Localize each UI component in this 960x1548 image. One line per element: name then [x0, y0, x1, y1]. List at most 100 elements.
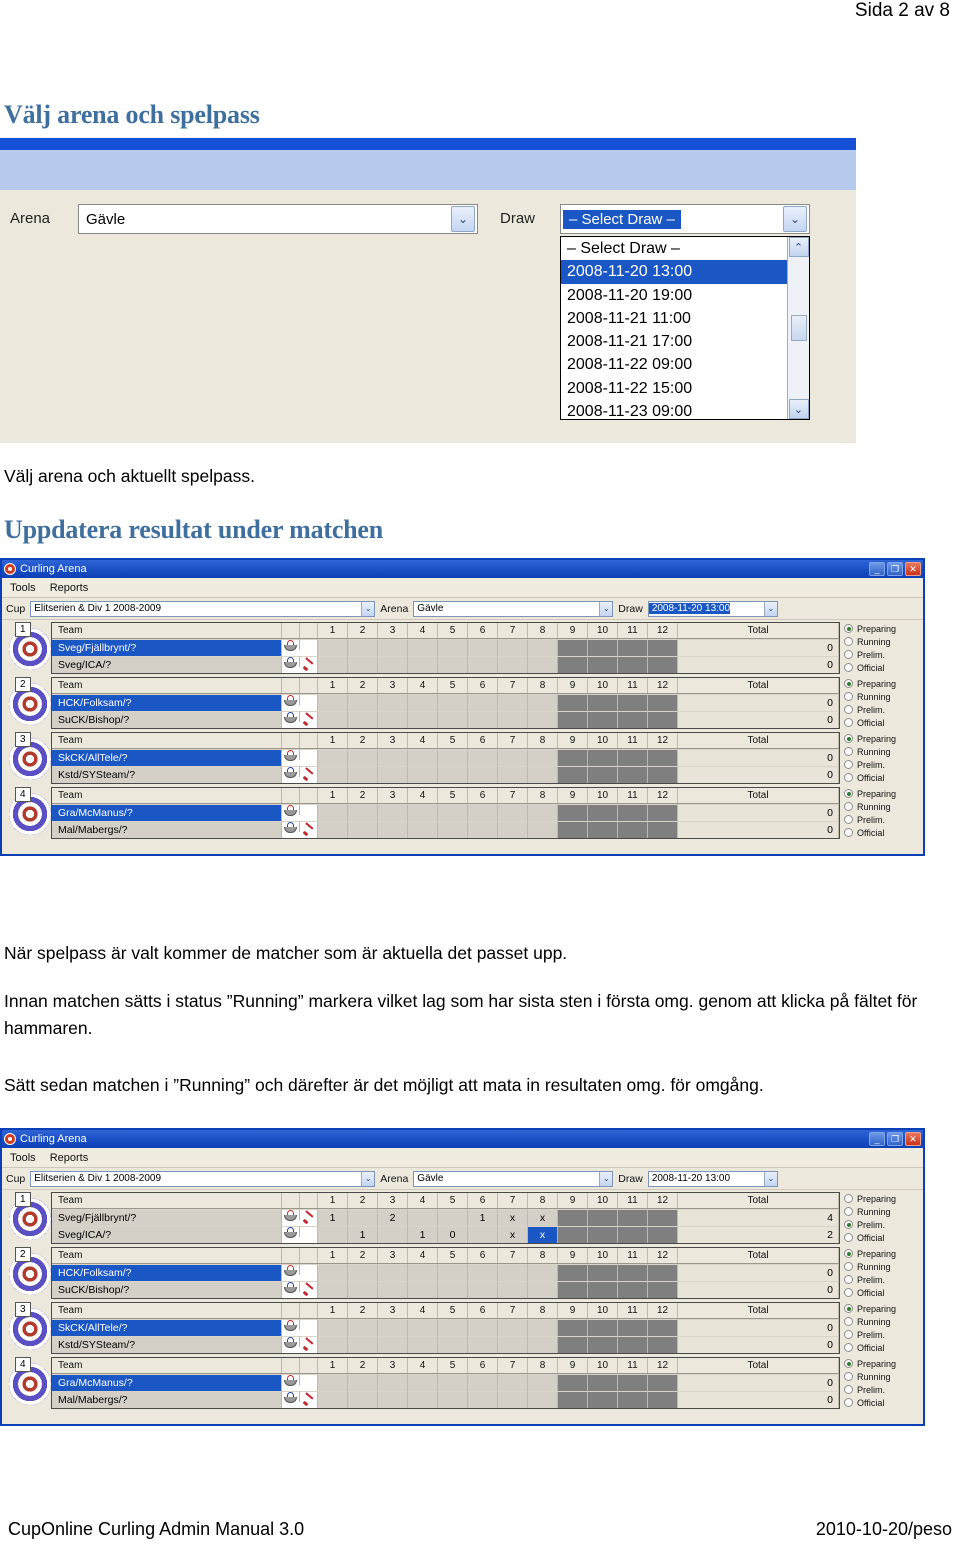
end-score-cell[interactable] [438, 1209, 468, 1226]
end-score-cell[interactable] [318, 1264, 348, 1281]
end-score-cell[interactable] [408, 1209, 438, 1226]
end-score-cell[interactable] [618, 804, 648, 821]
end-score-cell[interactable] [468, 1264, 498, 1281]
end-score-cell[interactable] [348, 694, 378, 711]
end-score-cell[interactable] [648, 694, 678, 711]
menu-item-tools[interactable]: Tools [10, 1152, 36, 1164]
end-score-cell[interactable] [438, 766, 468, 783]
end-score-cell[interactable] [318, 766, 348, 783]
end-score-cell[interactable] [558, 1264, 588, 1281]
end-score-cell[interactable] [468, 639, 498, 656]
stone-color-cell[interactable] [282, 766, 300, 778]
chevron-down-icon[interactable]: ⌄ [599, 601, 613, 616]
hammer-cell[interactable] [300, 711, 318, 728]
stone-color-cell[interactable] [282, 656, 300, 668]
end-score-cell[interactable]: x [498, 1226, 528, 1243]
status-radio-running[interactable]: Running [844, 690, 920, 703]
menu-item-reports[interactable]: Reports [50, 1152, 89, 1164]
end-score-cell[interactable] [648, 766, 678, 783]
end-score-cell[interactable] [318, 639, 348, 656]
end-score-cell[interactable] [378, 766, 408, 783]
end-score-cell[interactable] [528, 656, 558, 673]
end-score-cell[interactable] [468, 821, 498, 838]
hammer-cell[interactable] [300, 804, 318, 821]
end-score-cell[interactable] [618, 766, 648, 783]
arena-select[interactable]: Gävle ⌄ [413, 600, 614, 617]
status-radio-official[interactable]: Official [844, 1286, 920, 1299]
end-score-cell[interactable] [438, 711, 468, 728]
chevron-down-icon[interactable]: ⌄ [763, 1171, 777, 1186]
draw-dropdown-list[interactable]: – Select Draw – 2008-11-20 13:00 2008-11… [560, 236, 810, 420]
arena-select[interactable]: Gävle ⌄ [413, 1170, 614, 1187]
status-radio-running[interactable]: Running [844, 1370, 920, 1383]
status-radio-running[interactable]: Running [844, 745, 920, 758]
stone-color-cell[interactable] [282, 1336, 300, 1348]
end-score-cell[interactable] [498, 1391, 528, 1408]
team-name-cell[interactable]: HCK/Folksam/? [52, 694, 282, 711]
end-score-cell[interactable] [438, 694, 468, 711]
end-score-cell[interactable] [468, 766, 498, 783]
end-score-cell[interactable] [588, 1374, 618, 1391]
team-name-cell[interactable]: Mal/Mabergs/? [52, 1391, 282, 1408]
end-score-cell[interactable] [558, 1391, 588, 1408]
status-radio-running[interactable]: Running [844, 1315, 920, 1328]
stone-color-cell[interactable] [282, 1319, 300, 1331]
end-score-cell[interactable] [468, 1374, 498, 1391]
end-score-cell[interactable] [558, 804, 588, 821]
stone-color-cell[interactable] [282, 639, 300, 651]
stone-color-cell[interactable] [282, 694, 300, 706]
team-name-cell[interactable]: Gra/McManus/? [52, 804, 282, 821]
status-radio-official[interactable]: Official [844, 771, 920, 784]
menu-item-tools[interactable]: Tools [10, 582, 36, 594]
end-score-cell[interactable] [348, 821, 378, 838]
end-score-cell[interactable] [528, 694, 558, 711]
hammer-cell[interactable] [300, 1226, 318, 1243]
end-score-cell[interactable] [618, 749, 648, 766]
end-score-cell[interactable] [468, 1391, 498, 1408]
draw-select[interactable]: 2008-11-20 13:00 ⌄ [647, 1170, 778, 1187]
end-score-cell[interactable] [588, 694, 618, 711]
end-score-cell[interactable] [618, 1336, 648, 1353]
end-score-cell[interactable] [558, 1281, 588, 1298]
end-score-cell[interactable] [348, 711, 378, 728]
status-radio-official[interactable]: Official [844, 661, 920, 674]
end-score-cell[interactable] [648, 1226, 678, 1243]
team-name-cell[interactable]: Sveg/Fjällbrynt/? [52, 639, 282, 656]
end-score-cell[interactable] [438, 639, 468, 656]
end-score-cell[interactable] [498, 656, 528, 673]
end-score-cell[interactable] [468, 656, 498, 673]
end-score-cell[interactable] [408, 639, 438, 656]
end-score-cell[interactable] [378, 1391, 408, 1408]
end-score-cell[interactable] [468, 694, 498, 711]
status-radio-running[interactable]: Running [844, 1205, 920, 1218]
end-score-cell[interactable] [408, 804, 438, 821]
status-radio-preparing[interactable]: Preparing [844, 1247, 920, 1260]
end-score-cell[interactable] [438, 821, 468, 838]
hammer-cell[interactable] [300, 639, 318, 656]
end-score-cell[interactable] [528, 711, 558, 728]
draw-select[interactable]: – Select Draw – ⌄ [560, 204, 810, 234]
end-score-cell[interactable] [648, 1374, 678, 1391]
team-name-cell[interactable]: SuCK/Bishop/? [52, 711, 282, 728]
end-score-cell[interactable] [588, 749, 618, 766]
end-score-cell[interactable] [438, 1336, 468, 1353]
end-score-cell[interactable] [408, 1264, 438, 1281]
end-score-cell[interactable] [558, 639, 588, 656]
end-score-cell[interactable] [588, 1336, 618, 1353]
end-score-cell[interactable] [468, 1281, 498, 1298]
end-score-cell[interactable] [318, 804, 348, 821]
end-score-cell[interactable] [318, 821, 348, 838]
end-score-cell[interactable] [348, 1264, 378, 1281]
minimize-button[interactable]: _ [869, 562, 885, 576]
end-score-cell[interactable]: 1 [468, 1209, 498, 1226]
stone-color-cell[interactable] [282, 804, 300, 816]
status-radio-running[interactable]: Running [844, 1260, 920, 1273]
end-score-cell[interactable] [408, 749, 438, 766]
end-score-cell[interactable] [528, 1391, 558, 1408]
hammer-cell[interactable] [300, 766, 318, 783]
end-score-cell[interactable] [378, 1281, 408, 1298]
end-score-cell[interactable] [618, 711, 648, 728]
end-score-cell[interactable] [588, 1209, 618, 1226]
end-score-cell[interactable] [408, 1319, 438, 1336]
status-radio-prelim[interactable]: Prelim. [844, 648, 920, 661]
